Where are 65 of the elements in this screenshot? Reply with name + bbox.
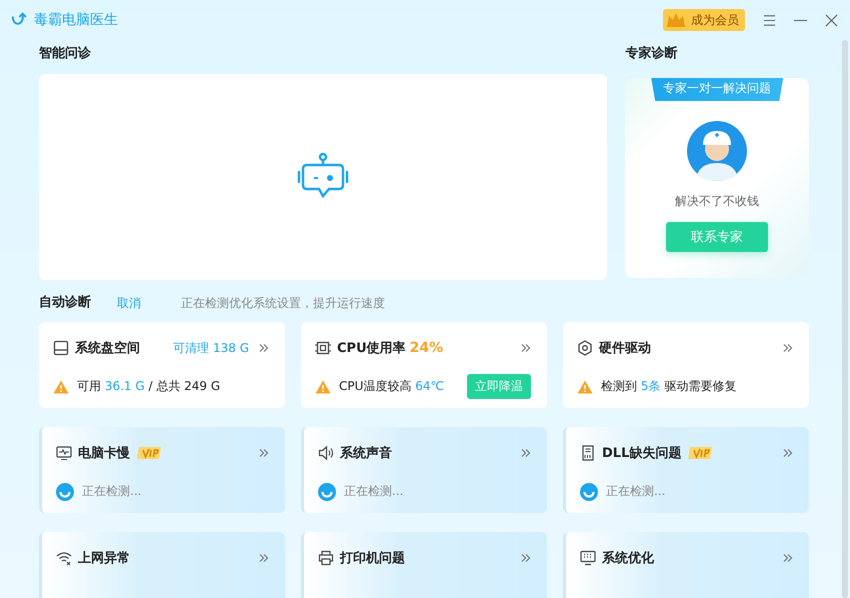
menu-icon[interactable] (763, 14, 776, 26)
cleanable-size: 可清理 138 G (173, 340, 249, 356)
double-chevron-icon[interactable] (259, 553, 269, 563)
section-heading: 专家诊断 (625, 46, 678, 62)
file-icon (580, 445, 596, 461)
double-chevron-icon[interactable] (783, 343, 793, 353)
warning-icon (53, 380, 69, 394)
chip-icon (315, 340, 331, 356)
monitor-icon (56, 445, 72, 461)
check-card[interactable]: 电脑卡慢 正在检测... (39, 427, 285, 513)
card-title: 系统盘空间 (75, 340, 140, 357)
card-title: CPU使用率 (337, 340, 406, 357)
loading-spinner-icon (318, 482, 336, 500)
loading-spinner-icon (56, 482, 74, 500)
card-title: 硬件驱动 (599, 340, 651, 357)
hexagon-nut-icon (577, 340, 593, 356)
close-icon[interactable] (825, 14, 838, 26)
result-card[interactable]: 系统盘空间 可清理 138 G 可用 36.1 G / 总共 249 G (39, 322, 285, 408)
double-chevron-icon[interactable] (521, 553, 531, 563)
check-card[interactable]: 系统优化 (563, 532, 809, 598)
expert-banner: 专家一对一解决问题 (651, 78, 784, 101)
wifi-error-icon (56, 550, 72, 566)
double-chevron-icon[interactable] (259, 343, 269, 353)
check-card[interactable]: 打印机问题 (301, 532, 547, 598)
double-chevron-icon[interactable] (521, 448, 531, 458)
double-chevron-icon[interactable] (783, 448, 793, 458)
check-card[interactable]: 系统声音 正在检测... (301, 427, 547, 513)
crown-icon (665, 11, 687, 29)
expert-slogan: 解决不了不收钱 (675, 193, 760, 210)
check-status: 正在检测... (82, 483, 142, 500)
warning-icon (577, 380, 593, 394)
card-title: 系统优化 (602, 550, 654, 567)
double-chevron-icon[interactable] (521, 343, 531, 353)
warning-icon (315, 380, 331, 394)
card-detail: 检测到 5条 驱动需要修复 (601, 378, 736, 395)
check-card[interactable]: 上网异常 (39, 532, 285, 598)
check-status: 正在检测... (344, 483, 404, 500)
speaker-icon (318, 445, 334, 461)
result-card[interactable]: CPU使用率 24% CPU温度较高 64℃ 立即降温 (301, 322, 547, 408)
vip-badge (136, 446, 162, 460)
cpu-usage-value: 24% (410, 340, 444, 356)
section-heading: 智能问诊 (39, 46, 92, 62)
scan-status: 正在检测优化系统设置，提升运行速度 (181, 294, 385, 312)
card-detail: CPU温度较高 64℃ (339, 378, 444, 395)
check-card[interactable]: DLL缺失问题 正在检测... (563, 427, 809, 513)
check-status: 正在检测... (606, 483, 666, 500)
vip-button[interactable]: 成为会员 (663, 9, 745, 31)
doctor-avatar-icon (687, 121, 748, 181)
card-title: 上网异常 (78, 550, 130, 567)
result-card[interactable]: 硬件驱动 检测到 5条 驱动需要修复 (563, 322, 809, 408)
app-title: 毒霸电脑医生 (34, 11, 118, 29)
scrollbar[interactable] (842, 40, 848, 598)
card-title: 打印机问题 (340, 550, 405, 567)
card-title: 电脑卡慢 (78, 444, 130, 462)
vip-badge (687, 446, 714, 460)
loading-spinner-icon (580, 482, 598, 500)
card-title: 系统声音 (340, 444, 392, 462)
double-chevron-icon[interactable] (783, 553, 793, 563)
hard-drive-icon (53, 340, 69, 356)
keyboard-monitor-icon (580, 550, 596, 566)
card-title: DLL缺失问题 (602, 445, 682, 462)
section-heading: 自动诊断 (39, 295, 91, 311)
double-chevron-icon[interactable] (259, 448, 269, 458)
card-detail: 可用 36.1 G / 总共 249 G (77, 378, 220, 395)
printer-icon (318, 550, 334, 566)
